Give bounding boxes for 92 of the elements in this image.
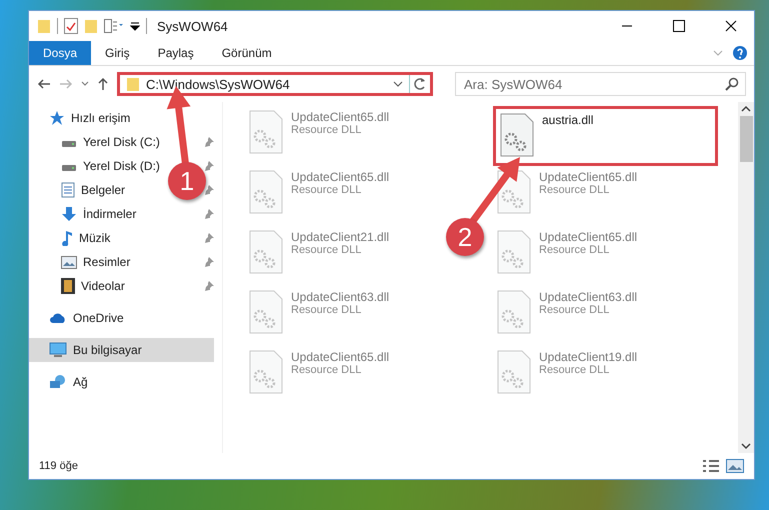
scrollbar[interactable] (738, 102, 754, 453)
file-name: UpdateClient65.dll (539, 170, 638, 184)
chevron-down-icon[interactable] (393, 80, 403, 88)
dll-file-icon (500, 113, 534, 157)
sidebar-item[interactable]: Yerel Disk (C:) (29, 130, 166, 154)
maximize-icon (673, 20, 685, 32)
file-item[interactable]: UpdateClient65.dll Resource DLL (245, 106, 394, 166)
file-type: Resource DLL (291, 184, 362, 196)
dll-file-icon (497, 170, 531, 214)
file-item[interactable]: UpdateClient63.dll Resource DLL (493, 286, 642, 346)
pin-icon[interactable] (204, 257, 214, 267)
back-arrow-icon[interactable] (37, 78, 51, 90)
customize-toolbar-icon[interactable] (130, 21, 140, 31)
scroll-thumb[interactable] (740, 116, 752, 162)
file-item[interactable]: austria.dll (493, 106, 718, 166)
dll-file-icon (249, 110, 283, 154)
file-item[interactable]: UpdateClient19.dll Resource DLL (493, 346, 642, 406)
dll-file-icon (249, 350, 283, 394)
dll-file-icon (497, 230, 531, 274)
file-item[interactable]: UpdateClient65.dll Resource DLL (245, 166, 394, 226)
star-icon (49, 110, 65, 126)
view-icon[interactable] (104, 19, 124, 33)
dll-file-icon (497, 290, 531, 334)
up-arrow-icon[interactable] (97, 77, 109, 91)
sidebar-item[interactable]: Belgeler (29, 178, 132, 202)
file-name: UpdateClient65.dll (539, 230, 638, 244)
file-name: UpdateClient65.dll (291, 110, 390, 124)
sidebar-item[interactable]: OneDrive (29, 306, 130, 330)
file-name: UpdateClient65.dll (291, 350, 390, 364)
sidebar-item[interactable]: Ağ (29, 370, 94, 394)
folder-icon (37, 18, 51, 34)
file-item[interactable]: UpdateClient65.dll Resource DLL (245, 346, 394, 406)
monitor-icon (49, 342, 67, 358)
cloud-icon (49, 312, 67, 324)
dll-file-icon (249, 170, 283, 214)
ribbon-tab[interactable]: Paylaş (144, 41, 208, 65)
dll-file-icon (497, 350, 531, 394)
pin-icon[interactable] (204, 185, 214, 195)
pin-icon[interactable] (204, 209, 214, 219)
file-name: UpdateClient21.dll (291, 230, 390, 244)
item-count: 119 öğe (39, 460, 79, 472)
file-type: Resource DLL (291, 304, 362, 316)
sidebar-item[interactable]: İndirmeler (29, 202, 142, 226)
pin-icon[interactable] (204, 137, 214, 147)
sidebar-item[interactable]: Müzik (29, 226, 116, 250)
file-item[interactable]: UpdateClient65.dll Resource DLL (493, 166, 642, 226)
ribbon-tab[interactable]: Giriş (91, 41, 144, 65)
file-type: Resource DLL (539, 184, 610, 196)
document-icon (61, 182, 75, 198)
file-name: UpdateClient65.dll (291, 170, 390, 184)
search-icon (725, 77, 739, 91)
file-item[interactable]: UpdateClient65.dll Resource DLL (493, 226, 642, 286)
ribbon-tab[interactable]: Görünüm (208, 41, 286, 65)
sidebar-item[interactable]: Yerel Disk (D:) (29, 154, 166, 178)
close-icon (725, 20, 737, 32)
file-name: UpdateClient63.dll (539, 290, 638, 304)
file-item[interactable]: UpdateClient63.dll Resource DLL (245, 286, 394, 346)
sidebar-item[interactable]: Videolar (29, 274, 131, 298)
sidebar-item[interactable]: Bu bilgisayar (29, 338, 214, 362)
address-path: C:\Windows\SysWOW64 (146, 76, 291, 92)
pin-icon[interactable] (204, 281, 214, 291)
film-icon (61, 278, 75, 294)
details-view-icon[interactable] (702, 459, 720, 473)
minimize-icon (621, 25, 633, 27)
sidebar-item[interactable]: Hızlı erişim (29, 106, 136, 130)
file-type: Resource DLL (539, 364, 610, 376)
network-icon (49, 374, 67, 390)
file-item[interactable]: UpdateClient21.dll Resource DLL (245, 226, 394, 286)
pin-icon[interactable] (204, 233, 214, 243)
pin-icon[interactable] (204, 161, 214, 171)
window-title: SysWOW64 (157, 18, 229, 34)
picture-icon (61, 256, 77, 268)
file-type: Resource DLL (291, 244, 362, 256)
file-name: UpdateClient19.dll (539, 350, 638, 364)
file-type: Resource DLL (539, 244, 610, 256)
large-icons-view-icon[interactable] (726, 459, 744, 473)
file-type: Resource DLL (539, 304, 610, 316)
chevron-down-icon[interactable] (81, 80, 89, 88)
file-type: Resource DLL (291, 124, 362, 136)
music-note-icon (61, 230, 73, 246)
file-type: Resource DLL (291, 364, 362, 376)
file-name: austria.dll (542, 113, 594, 127)
file-name: UpdateClient63.dll (291, 290, 390, 304)
properties-icon[interactable] (64, 18, 78, 34)
dll-file-icon (249, 290, 283, 334)
ribbon-tab[interactable]: Dosya (29, 41, 92, 65)
address-bar[interactable]: C:\Windows\SysWOW64 (117, 72, 433, 96)
dll-file-icon (249, 230, 283, 274)
search-field[interactable]: Ara: SysWOW64 (455, 72, 746, 96)
folder-icon (126, 76, 140, 92)
down-arrow-icon (61, 206, 77, 222)
sidebar-item[interactable]: Resimler (29, 250, 136, 274)
